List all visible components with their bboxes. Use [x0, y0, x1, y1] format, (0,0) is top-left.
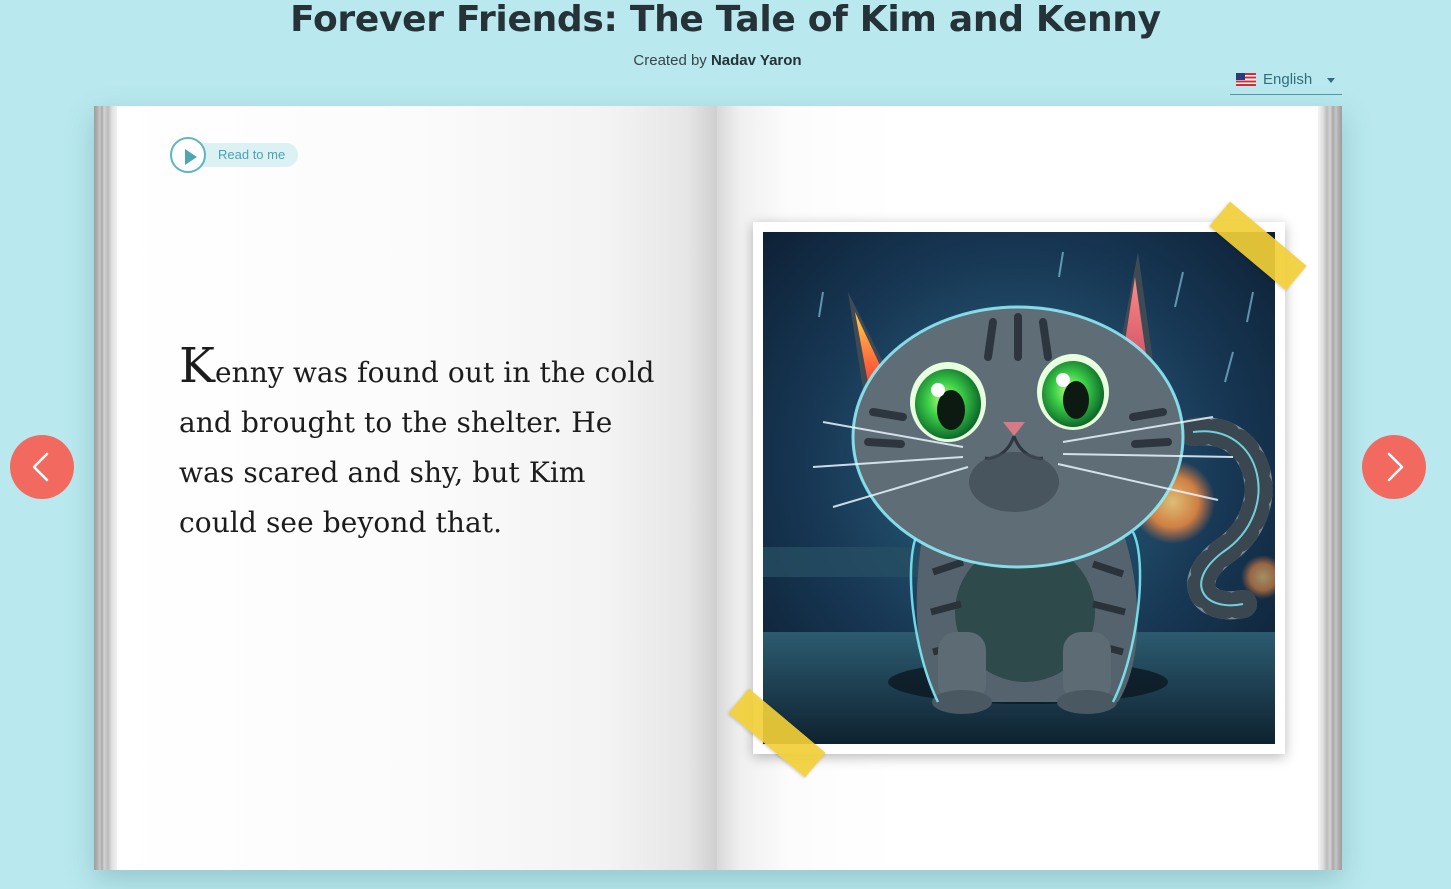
- previous-page-button[interactable]: [10, 435, 74, 499]
- read-to-me-label: Read to me: [218, 147, 286, 162]
- author-name: Nadav Yaron: [710, 52, 802, 69]
- language-label: English: [1263, 71, 1313, 88]
- chevron-right-icon: [1387, 452, 1404, 482]
- book-edge-right: [1318, 106, 1342, 870]
- read-to-me-button[interactable]: Read to me: [170, 137, 298, 173]
- chevron-left-icon: [32, 452, 49, 482]
- play-button-circle: [170, 137, 206, 173]
- next-page-button[interactable]: [1362, 435, 1426, 499]
- byline: Created by Nadav Yaron: [0, 52, 1435, 69]
- language-selector[interactable]: English: [1230, 68, 1342, 95]
- caret-down-icon: [1327, 78, 1335, 83]
- open-book: Read to me Kenny was found out in the co…: [94, 106, 1342, 870]
- book-title: Forever Friends: The Tale of Kim and Ken…: [290, 0, 1161, 40]
- left-page: Read to me Kenny was found out in the co…: [117, 106, 717, 870]
- story-body: enny was found out in the cold and broug…: [179, 356, 655, 539]
- kitten-illustration: [763, 232, 1275, 744]
- storybook-viewer: Forever Friends: The Tale of Kim and Ken…: [0, 0, 1451, 889]
- play-icon: [185, 149, 197, 165]
- us-flag-icon: [1236, 73, 1256, 86]
- byline-prefix: Created by: [633, 52, 707, 69]
- story-text: Kenny was found out in the cold and brou…: [179, 342, 669, 548]
- illustration-frame: [753, 222, 1285, 754]
- drop-cap: K: [179, 338, 215, 394]
- book-edge-left: [94, 106, 117, 870]
